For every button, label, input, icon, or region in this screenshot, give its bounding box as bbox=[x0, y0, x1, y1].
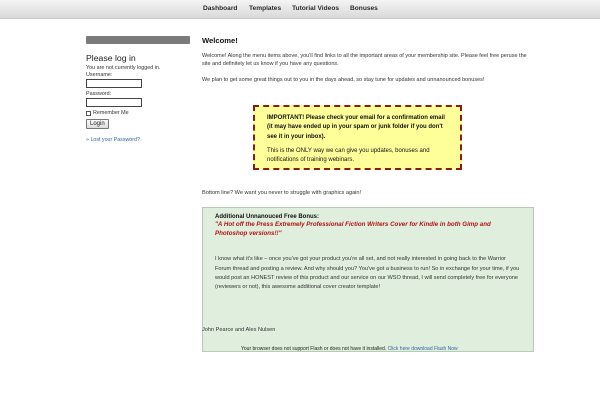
sidebar-header-bar bbox=[86, 36, 190, 44]
lost-password-row: » Lost your Password? bbox=[86, 137, 191, 143]
only-way-text: This is the ONLY way we can give you upd… bbox=[267, 147, 430, 164]
bonus-title: Additional Unnanouced Free Bonus: bbox=[215, 214, 320, 220]
nav-item-tutorial-videos[interactable]: Tutorial Videos bbox=[292, 5, 339, 12]
important-notice-box: IMPORTANT! Please check your email for a… bbox=[253, 105, 462, 170]
username-label: Username: bbox=[86, 72, 113, 78]
login-status-text: You are not currently logged in. bbox=[86, 65, 161, 71]
bonus-body-text: I know what it's like – once you've got … bbox=[215, 256, 520, 291]
password-input[interactable] bbox=[86, 98, 142, 107]
bottom-line-text: Bottom line? We want you never to strugg… bbox=[202, 190, 362, 196]
remember-me-row: Remember Me bbox=[86, 110, 191, 116]
download-flash-link[interactable]: Click here download Flash Now bbox=[388, 346, 458, 352]
important-notice-text: IMPORTANT! Please check your email for a… bbox=[267, 115, 445, 140]
welcome-paragraph: Welcome! Along the menu items above, you… bbox=[202, 53, 527, 68]
top-navigation-bar: Dashboard Templates Tutorial Videos Bonu… bbox=[0, 0, 600, 19]
login-button[interactable]: Login bbox=[86, 119, 109, 129]
bonus-offer-text: "A Hot off the Press Extremely Professio… bbox=[215, 221, 491, 237]
main-content: Welcome! Welcome! Along the menu items a… bbox=[202, 36, 534, 352]
double-arrow-icon: » bbox=[86, 137, 89, 143]
lost-password-link[interactable]: Lost your Password? bbox=[90, 137, 139, 143]
login-title: Please log in bbox=[86, 53, 136, 63]
nav-item-bonuses[interactable]: Bonuses bbox=[350, 5, 378, 12]
nav-item-templates[interactable]: Templates bbox=[249, 5, 281, 12]
remember-me-label: Remember Me bbox=[93, 110, 129, 116]
username-input[interactable] bbox=[86, 79, 142, 88]
page-title: Welcome! bbox=[202, 36, 238, 45]
flash-notice: Your browser does not support Flash or d… bbox=[241, 346, 458, 352]
login-sidebar: Please log in You are not currently logg… bbox=[86, 36, 191, 143]
plan-paragraph: We plan to get some great things out to … bbox=[202, 76, 485, 83]
nav-item-dashboard[interactable]: Dashboard bbox=[203, 5, 237, 12]
remember-me-checkbox[interactable] bbox=[86, 110, 91, 116]
signature-text: John Pearce and Alex Nulsen bbox=[202, 327, 276, 333]
flash-notice-text: Your browser does not support Flash or d… bbox=[241, 346, 387, 352]
password-label: Password: bbox=[86, 91, 112, 97]
